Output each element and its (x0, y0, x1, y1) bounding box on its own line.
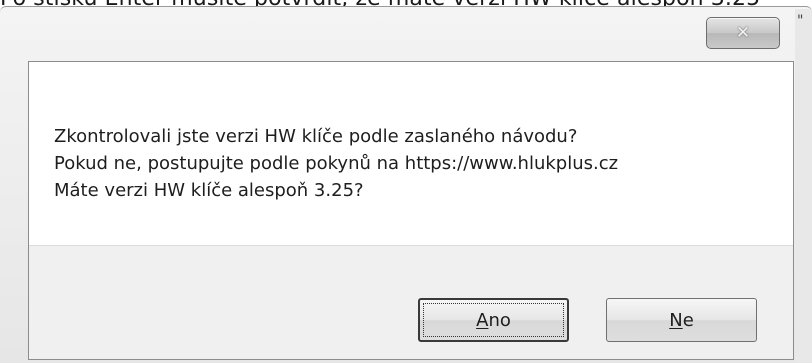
yes-button-mnemonic: A (476, 309, 489, 331)
close-button[interactable]: ✕ (706, 17, 780, 49)
message-dialog: " ✕ Zkontrolovali jste verzi HW klíče po… (0, 6, 812, 363)
message-line-3: Máte verzi HW klíče alespoň 3.25? (54, 180, 364, 201)
message-panel: Zkontrolovali jste verzi HW klíče podle … (29, 62, 793, 246)
no-button-label-rest: e (682, 309, 694, 331)
message-text: Zkontrolovali jste verzi HW klíče podle … (54, 123, 618, 204)
message-line-1: Zkontrolovali jste verzi HW klíče podle … (54, 126, 578, 147)
yes-button-label-rest: no (488, 309, 511, 331)
no-button-mnemonic: N (669, 309, 683, 331)
button-bar: Ano Ne (29, 246, 793, 359)
screenshot: Po stisku Enter musíte potvrdit, že máte… (0, 0, 812, 363)
no-button[interactable]: Ne (606, 298, 757, 342)
window-frame-edge (795, 9, 812, 363)
close-icon: ✕ (735, 22, 751, 43)
yes-button[interactable]: Ano (418, 298, 569, 342)
message-line-2: Pokud ne, postupujte podle pokynů na htt… (54, 153, 619, 174)
dialog-client-area: Zkontrolovali jste verzi HW klíče podle … (28, 61, 794, 360)
cropped-edge-glyph: " (797, 13, 804, 29)
